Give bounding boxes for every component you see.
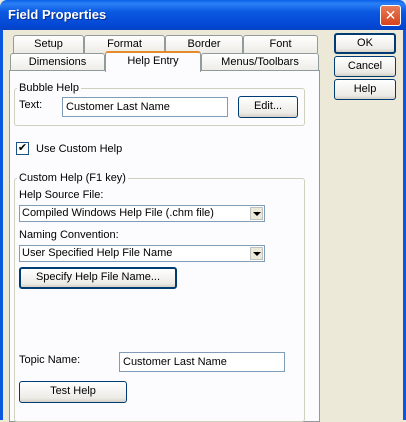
custom-help-group-label: Custom Help (F1 key) bbox=[17, 172, 128, 184]
help-button[interactable]: Help bbox=[334, 79, 396, 100]
naming-convention-select[interactable]: User Specified Help File Name bbox=[19, 245, 265, 262]
tab-menus-toolbars[interactable]: Menus/Toolbars bbox=[201, 53, 319, 71]
checkmark-icon: ✔ bbox=[17, 142, 28, 154]
bubble-help-text-input[interactable]: Customer Last Name bbox=[62, 97, 228, 117]
close-button[interactable]: ✕ bbox=[380, 5, 401, 26]
tab-font[interactable]: Font bbox=[243, 35, 318, 53]
topic-name-input[interactable]: Customer Last Name bbox=[119, 352, 285, 372]
close-icon: ✕ bbox=[384, 7, 397, 23]
use-custom-help-checkbox[interactable]: ✔ bbox=[16, 142, 29, 155]
topic-name-label: Topic Name: bbox=[19, 354, 81, 366]
use-custom-help-label[interactable]: Use Custom Help bbox=[36, 143, 122, 155]
specify-help-file-name-button[interactable]: Specify Help File Name... bbox=[19, 267, 177, 289]
edit-button[interactable]: Edit... bbox=[238, 96, 298, 118]
bubble-help-text-label: Text: bbox=[19, 99, 43, 111]
bubble-help-group-label: Bubble Help bbox=[17, 82, 81, 94]
ok-button[interactable]: OK bbox=[334, 33, 396, 54]
help-source-file-value: Compiled Windows Help File (.chm file) bbox=[22, 207, 214, 219]
window-frame-left bbox=[0, 30, 3, 420]
naming-convention-value: User Specified Help File Name bbox=[22, 247, 173, 259]
chevron-down-icon[interactable] bbox=[250, 247, 263, 260]
chevron-down-icon[interactable] bbox=[250, 207, 263, 220]
test-help-button[interactable]: Test Help bbox=[19, 381, 127, 403]
help-source-file-select[interactable]: Compiled Windows Help File (.chm file) bbox=[19, 205, 265, 222]
tab-help-entry[interactable]: Help Entry bbox=[105, 51, 201, 72]
tab-setup[interactable]: Setup bbox=[13, 35, 84, 53]
naming-convention-label: Naming Convention: bbox=[19, 229, 119, 241]
title-bar[interactable]: Field Properties ✕ bbox=[0, 0, 406, 30]
help-source-file-label: Help Source File: bbox=[19, 189, 104, 201]
cancel-button[interactable]: Cancel bbox=[334, 56, 396, 77]
tab-dimensions[interactable]: Dimensions bbox=[10, 53, 105, 71]
window-title: Field Properties bbox=[8, 7, 107, 22]
field-properties-dialog: Field Properties ✕ OK Cancel Help Setup … bbox=[0, 0, 406, 422]
